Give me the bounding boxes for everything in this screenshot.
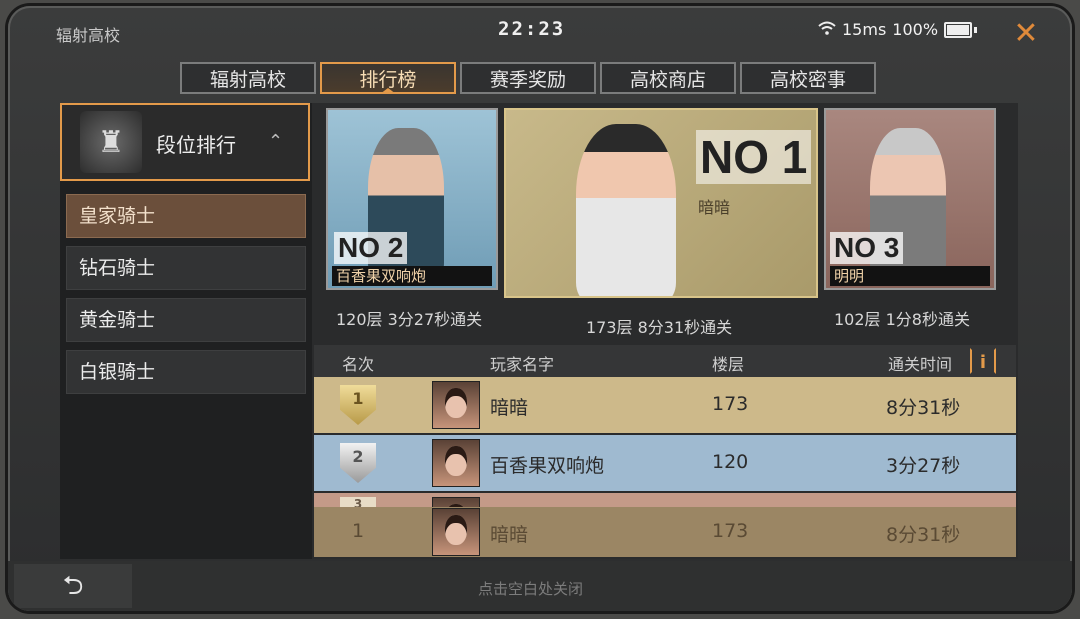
header-rank: 名次 (342, 355, 375, 374)
back-arrow-icon: ⮌ (62, 571, 84, 601)
tab-season-rewards[interactable]: 赛季奖励 (460, 62, 596, 94)
game-window: 辐射高校 22:23 15ms 100% ✕ 辐射高校 排行榜 赛季奖励 高校商… (8, 6, 1072, 611)
menu-item-silver-knight[interactable]: 白银骑士 (66, 350, 306, 394)
battery-percent: 100% (892, 20, 939, 39)
podium-first-caption: 173层 8分31秒通关 (586, 318, 733, 337)
menu-item-gold-knight[interactable]: 黄金骑士 (66, 298, 306, 342)
clear-time: 8分31秒 (886, 524, 961, 546)
back-button[interactable]: ⮌ (14, 564, 132, 608)
tab-school-secrets[interactable]: 高校密事 (740, 62, 876, 94)
table-row[interactable]: 3 (314, 493, 1016, 507)
clock: 22:23 (498, 18, 566, 40)
menu-item-diamond-knight[interactable]: 钻石骑士 (66, 246, 306, 290)
floor-value: 173 (712, 520, 749, 542)
clear-time: 3分27秒 (886, 455, 961, 477)
avatar (432, 497, 480, 507)
header-floor: 楼层 (712, 355, 745, 374)
podium-third-caption: 102层 1分8秒通关 (834, 310, 970, 329)
avatar (432, 381, 480, 429)
player-name: 暗暗 (490, 524, 529, 546)
close-hint[interactable]: 点击空白处关闭 (478, 578, 583, 599)
info-icon[interactable]: i (970, 348, 996, 374)
chevron-up-icon: ⌃ (268, 131, 284, 152)
podium-second-card[interactable]: NO 2 百香果双响炮 (326, 108, 498, 290)
header-time: 通关时间 (888, 355, 953, 374)
rank-no-label: NO 3 (830, 232, 904, 264)
player-name: 暗暗 (698, 198, 731, 217)
player-name: 暗暗 (490, 397, 529, 419)
player-name: 百香果双响炮 (490, 455, 605, 477)
player-name: 百香果双响炮 (332, 266, 492, 286)
table-row[interactable]: 2 百香果双响炮 120 3分27秒 (314, 435, 1016, 491)
rank-no-label: NO 1 (696, 130, 812, 184)
podium-third-card[interactable]: NO 3 明明 (824, 108, 996, 290)
rank-no-label: NO 2 (334, 232, 408, 264)
player-avatar (576, 124, 676, 296)
silver-medal-icon: 2 (340, 443, 376, 483)
podium-second-caption: 120层 3分27秒通关 (336, 310, 483, 329)
player-name: 明明 (830, 266, 990, 286)
floor-value: 120 (712, 451, 749, 473)
podium-first-card[interactable]: NO 1 暗暗 (504, 108, 818, 298)
window-title: 辐射高校 (56, 26, 121, 45)
rank-category-title: 段位排行 (156, 133, 236, 157)
tab-school-shop[interactable]: 高校商店 (600, 62, 736, 94)
close-icon[interactable]: ✕ (1006, 14, 1046, 54)
rank-category-dropdown[interactable]: ♜ 段位排行 ⌃ (60, 103, 310, 181)
menu-item-royal-knight[interactable]: 皇家骑士 (66, 194, 306, 238)
table-row[interactable]: 1 暗暗 173 8分31秒 (314, 377, 1016, 433)
tab-bar: 辐射高校 排行榜 赛季奖励 高校商店 高校密事 (180, 62, 876, 94)
avatar (432, 439, 480, 487)
avatar (432, 508, 480, 556)
floor-value: 173 (712, 393, 749, 415)
table-header: 名次 玩家名字 楼层 通关时间 i (314, 345, 1016, 377)
gold-medal-icon: 1 (340, 385, 376, 425)
bronze-medal-icon: 3 (340, 497, 376, 507)
wifi-icon (818, 20, 836, 39)
status-bar: 15ms 100% (818, 20, 978, 39)
my-rank: 1 (352, 520, 365, 542)
knight-emblem-icon: ♜ (80, 111, 142, 173)
my-rank-row: 1 暗暗 173 8分31秒 (314, 507, 1016, 557)
tab-school[interactable]: 辐射高校 (180, 62, 316, 94)
clear-time: 8分31秒 (886, 397, 961, 419)
battery-icon (944, 21, 973, 38)
ping-value: 15ms (842, 20, 887, 39)
header-player: 玩家名字 (490, 355, 555, 374)
tab-leaderboard[interactable]: 排行榜 (320, 62, 456, 94)
